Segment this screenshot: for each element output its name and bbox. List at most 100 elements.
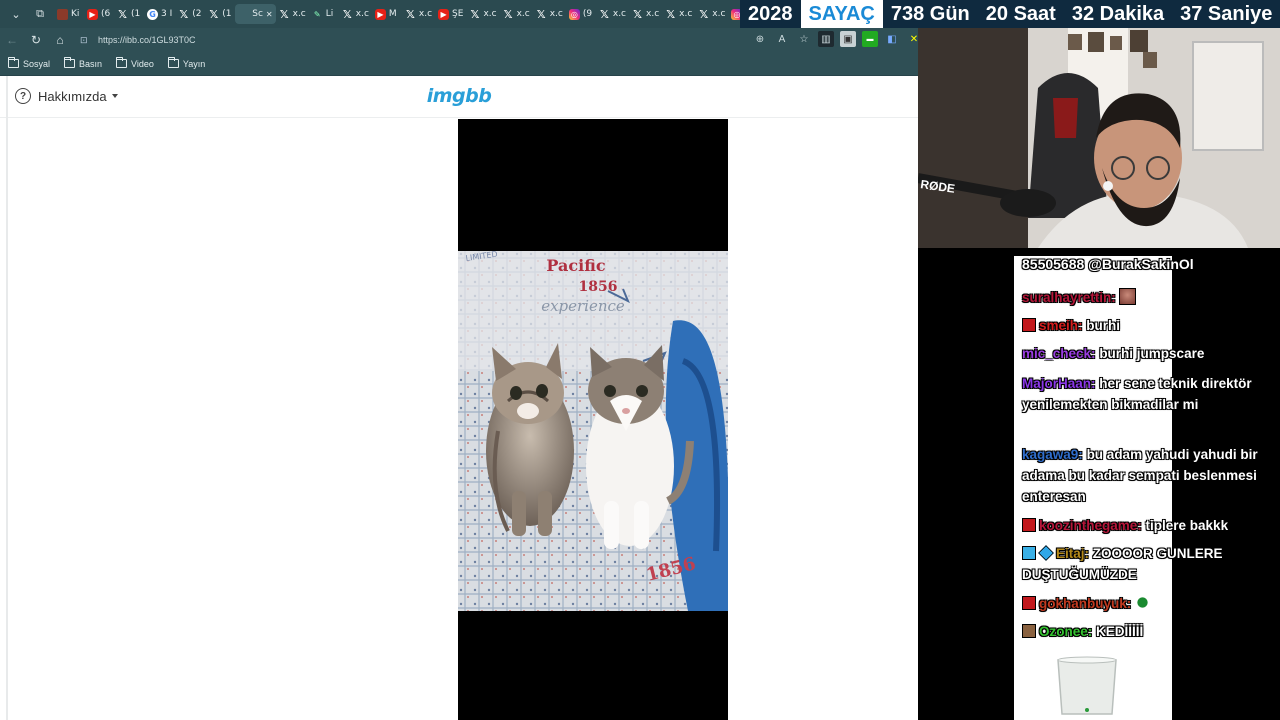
browser-tab[interactable]: 𝕏x.c (533, 4, 566, 24)
bookmark-folder-basin[interactable]: Basın (64, 57, 102, 69)
about-menu[interactable]: ? Hakkımızda (15, 88, 118, 104)
tab-title: x.c (516, 9, 530, 19)
tab-title: x.c (292, 9, 306, 19)
x-icon: 𝕏 (599, 7, 609, 21)
glass-image (1057, 656, 1117, 715)
chat-username[interactable]: MajorHaan: (1022, 376, 1096, 391)
chat-message: smeih: burhi (1022, 315, 1268, 336)
counter-days: 738 Gün (890, 2, 970, 25)
browser-tab[interactable]: 𝕏x.c (629, 4, 662, 24)
x-icon: 𝕏 (209, 7, 219, 21)
x-icon: 𝕏 (536, 7, 546, 21)
browser-tab[interactable]: ▶ M (372, 4, 402, 24)
counter-hours: 20 Saat (985, 2, 1056, 25)
tab-title: x.c (418, 9, 433, 19)
browser-tab[interactable]: Sc ✕ (235, 4, 276, 24)
x-icon: 𝕏 (179, 7, 189, 21)
print-text-pacific: Pacific (546, 256, 605, 275)
x-icon: 𝕏 (118, 7, 127, 21)
workspaces-icon[interactable]: ⧉ (30, 4, 50, 24)
bookmark-folder-sosyal[interactable]: Sosyal (8, 57, 50, 69)
read-aloud-icon[interactable]: A (774, 31, 790, 47)
tab-title: Ki (71, 9, 80, 19)
chat-username[interactable]: Eitaj: (1056, 546, 1089, 561)
browser-tab[interactable]: Ki (54, 4, 84, 24)
face-emote-icon (1118, 288, 1136, 305)
youtube-icon: ▶ (87, 8, 98, 20)
tab-title: x.c (646, 9, 660, 19)
tab-title: 3 I (161, 9, 173, 19)
tab-title: (1 (131, 9, 141, 19)
browser-tab[interactable]: 𝕏x.c (402, 4, 435, 24)
chat-username[interactable]: kagawa9: (1022, 447, 1083, 462)
x-icon: 𝕏 (405, 7, 415, 21)
x-icon: 𝕏 (666, 7, 676, 21)
url-text[interactable]: https://ibb.co/1GL93T0C (98, 35, 196, 45)
tab-list-chevron-icon[interactable]: ⌄ (6, 4, 26, 24)
sc-favicon (238, 9, 249, 20)
bookmark-label: Video (131, 58, 154, 69)
zoom-icon[interactable]: ⊕ (752, 31, 768, 47)
browser-tab[interactable]: ◎(9 (566, 4, 596, 24)
site-info-icon[interactable]: ⊡ (80, 35, 92, 46)
favorite-star-icon[interactable]: ☆ (796, 31, 812, 47)
browser-tab[interactable]: 𝕏x.c (466, 4, 499, 24)
instagram-icon: ◎ (568, 8, 580, 20)
browser-tab[interactable]: 𝕏x.c (596, 4, 629, 24)
browser-tab[interactable]: ▶ (6 (84, 4, 114, 24)
countdown-banner: 2028 SAYAÇ 738 Gün 20 Saat 32 Dakika 37 … (740, 0, 1280, 28)
x-icon: 𝕏 (470, 7, 480, 21)
reload-icon[interactable]: ↻ (24, 28, 48, 52)
x-icon: 𝕏 (342, 7, 352, 21)
browser-tab[interactable]: 𝕏 (2 (175, 4, 205, 24)
chat-message: suralhayrettin: (1022, 287, 1268, 308)
tab-title: x.c (712, 9, 726, 19)
chat-username[interactable]: suralhayrettin: (1022, 290, 1116, 305)
browser-tab[interactable]: 𝕏x.c (500, 4, 533, 24)
sub-badge-icon (1022, 546, 1036, 560)
bookmark-label: Yayın (182, 58, 206, 69)
browser-tab[interactable]: ✎ Li (309, 4, 339, 24)
browser-tab[interactable]: 𝕏x.c (662, 4, 695, 24)
browser-tab[interactable]: 𝕏 (1 (114, 4, 144, 24)
chat-username[interactable]: smeih: (1039, 318, 1083, 333)
folder-icon (116, 57, 128, 68)
browser-window: ⌄ ⧉ Ki ▶ (6 𝕏 (1 G 3 I 𝕏 (2 𝕏 (1 Sc ✕ 𝕏x.c ✎ Li 𝕏x.c ▶ M 𝕏x… (0, 0, 918, 720)
extension-translate-icon[interactable]: ◧ (884, 31, 900, 47)
tab-title: x.c (612, 9, 627, 19)
chat-message: kagawa9: bu adam yahudi yahudi bir adama… (1022, 444, 1268, 507)
extension-bars-icon[interactable]: ▥ (818, 31, 834, 47)
browser-tab[interactable]: G3 I (144, 4, 175, 24)
back-arrow-icon[interactable]: ← (0, 28, 24, 52)
address-bar[interactable]: ⊡ https://ibb.co/1GL93T0C (80, 30, 810, 50)
tab-title: (2 (192, 9, 202, 19)
tab-title: (6 (101, 9, 111, 19)
browser-tab[interactable]: 𝕏 (1 (205, 4, 235, 24)
browser-tab[interactable]: 𝕏x.c (339, 4, 372, 24)
webcam-image: RØDE (918, 28, 1280, 248)
green-emote-icon (1134, 594, 1152, 611)
folder-icon (167, 57, 179, 68)
chat-username[interactable]: gokhanbuyuk: (1039, 596, 1131, 611)
chat-message: Eitaj: ZOOOOR GUNLERE DUŞTUĞUMÜZDE (1022, 543, 1268, 585)
chat-username[interactable]: Ozonee: (1039, 624, 1092, 639)
chat-username[interactable]: mic_check: (1022, 346, 1096, 361)
bookmark-folder-yayin[interactable]: Yayın (167, 57, 206, 69)
bookmark-folder-video[interactable]: Video (116, 57, 154, 69)
sub-badge-icon (1022, 624, 1036, 638)
imgbb-logo[interactable]: imgbb (0, 85, 918, 107)
cube-badge-icon (1038, 545, 1054, 561)
extension-box-icon[interactable]: ▣ (840, 31, 856, 47)
kittens-photo[interactable]: Pacific 1856 experience LIMITED 1856 (458, 251, 728, 611)
home-icon[interactable]: ⌂ (48, 28, 72, 52)
browser-tab[interactable]: 𝕏x.c (695, 4, 728, 24)
sub-badge-icon (1022, 318, 1036, 332)
browser-tab[interactable]: 𝕏x.c (276, 4, 309, 24)
chat-username[interactable]: koozinthegame: (1039, 518, 1142, 533)
tab-title: (1 (222, 9, 232, 19)
extension-green-icon[interactable]: ▬ (862, 31, 878, 47)
x-icon: 𝕏 (633, 7, 642, 21)
browser-tab[interactable]: ▶ ŞE (435, 4, 466, 24)
tab-close-icon[interactable]: ✕ (266, 10, 273, 19)
tab-title: ŞE (452, 9, 464, 19)
